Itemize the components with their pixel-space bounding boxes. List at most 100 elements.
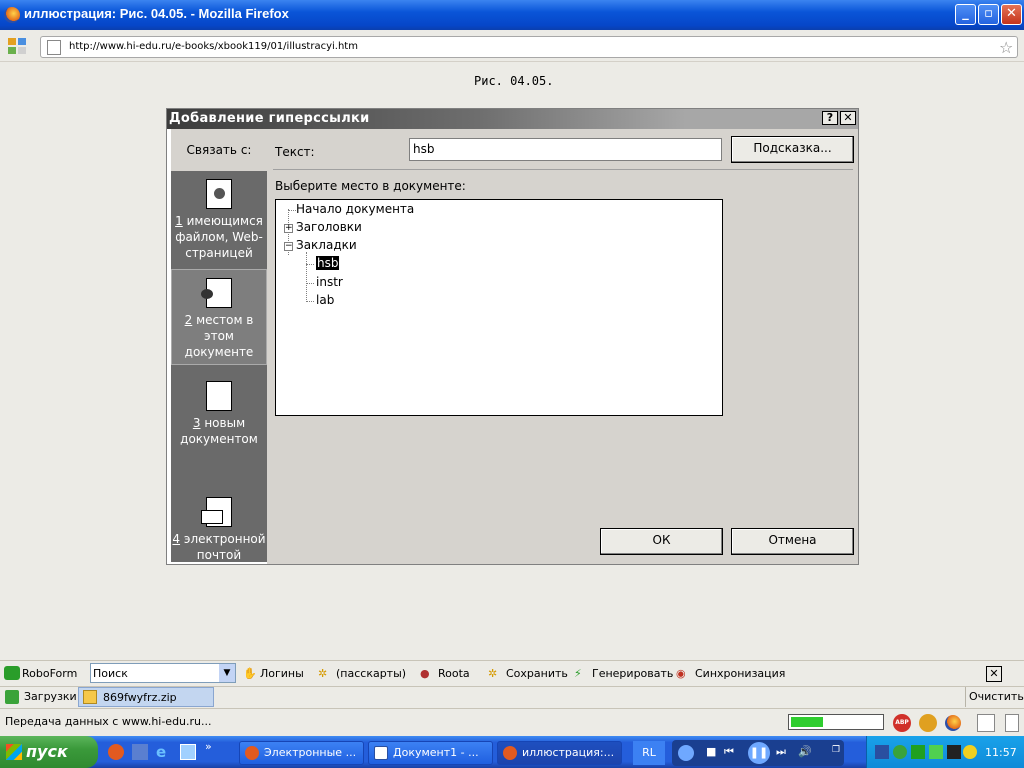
start-button[interactable]: пуск	[0, 736, 98, 768]
title-bar: иллюстрация: Рис. 04.05. - Mozilla Firef…	[0, 0, 1024, 30]
tree-node-start[interactable]: Начало документа	[296, 202, 414, 216]
clear-downloads-button[interactable]: Очистить	[969, 690, 1024, 703]
roota-button[interactable]: Roota	[438, 667, 470, 680]
roota-icon: ●	[420, 667, 430, 680]
quicklaunch-more-icon[interactable]: »	[205, 740, 212, 753]
sidebar-item-this-document[interactable]: 2 местом в этом документе	[171, 269, 267, 365]
sidebar-item-new-document[interactable]: 3 новым документом	[171, 365, 267, 471]
quicklaunch-app-icon[interactable]	[132, 744, 148, 760]
minimize-button[interactable]: _	[955, 4, 976, 25]
tree-node-bookmarks[interactable]: Закладки	[296, 238, 357, 252]
pause-icon[interactable]: ❚❚	[748, 742, 770, 764]
generate-icon: ⚡	[574, 667, 582, 680]
cancel-button[interactable]: Отмена	[731, 528, 854, 555]
sync-button[interactable]: Синхронизация	[695, 667, 785, 680]
sidebar-label-2: местом в этом документе	[184, 313, 254, 359]
tree-node-bookmark-hsb[interactable]: hsb	[316, 256, 340, 270]
status-text: Передача данных с www.hi-edu.ru...	[5, 715, 212, 728]
roboform-toolbar: RoboForm Поиск ▼ ✋ Логины ✲ (пасскарты) …	[0, 660, 1024, 686]
roboform-search[interactable]: Поиск ▼	[90, 663, 236, 683]
volume-icon[interactable]: 🔊	[798, 745, 812, 758]
page-info-icon[interactable]	[977, 714, 995, 732]
addon-face-icon[interactable]	[919, 714, 937, 732]
quicklaunch-ie-icon[interactable]: e	[156, 744, 172, 760]
tree-node-bookmark-instr[interactable]: instr	[316, 275, 343, 289]
quicklaunch-firefox-icon[interactable]	[108, 744, 124, 760]
passcards-icon: ✲	[318, 667, 328, 680]
dialog-close-button[interactable]: ✕	[840, 111, 856, 125]
roboform-icon[interactable]	[4, 666, 20, 680]
stop-icon[interactable]: ■	[706, 745, 716, 758]
help-button[interactable]: ?	[822, 111, 838, 125]
network-icon[interactable]	[875, 745, 889, 759]
sidebar-item-existing-file[interactable]: 1 имеющимся файлом, Web-страницей	[171, 171, 267, 269]
url-bar[interactable]: http://www.hi-edu.ru/e-books/xbook119/01…	[40, 36, 1018, 58]
previous-icon[interactable]: ⏮	[724, 745, 734, 759]
downloads-icon	[5, 690, 19, 704]
zip-icon	[83, 690, 97, 704]
sidebar-num-4: 4	[172, 532, 181, 546]
document-place-tree[interactable]: Начало документа + Заголовки − Закладки …	[275, 199, 723, 416]
page-icon	[47, 40, 61, 55]
search-placeholder: Поиск	[93, 667, 128, 680]
system-tray: 11:57	[866, 736, 1024, 768]
quicklaunch-desktop-icon[interactable]	[180, 744, 196, 760]
resize-grip-icon[interactable]	[1005, 714, 1019, 732]
close-toolbar-icon[interactable]: ✕	[986, 666, 1002, 682]
task-electronic[interactable]: Электронные ...	[239, 741, 364, 765]
next-icon[interactable]: ⏭	[776, 745, 786, 759]
close-window-button[interactable]: ✕	[1001, 4, 1022, 25]
media-player-bar: ■ ⏮ ❚❚ ⏭ 🔊 ❐	[672, 740, 844, 766]
save-button[interactable]: Сохранить	[506, 667, 568, 680]
ok-button[interactable]: ОК	[600, 528, 723, 555]
task-illustration[interactable]: иллюстрация:...	[497, 741, 622, 765]
sidebar-label-3: новым документом	[180, 416, 258, 446]
downloads-bar: Загрузки 869fwyfrz.zip Очистить	[0, 686, 1024, 708]
roboform-menu[interactable]: RoboForm	[22, 667, 77, 680]
tree-node-headings[interactable]: Заголовки	[296, 220, 362, 234]
download-item[interactable]: 869fwyfrz.zip	[78, 687, 214, 707]
language-indicator[interactable]: RL	[633, 741, 665, 765]
task-label-2: Документ1 - ...	[393, 746, 479, 759]
start-label: пуск	[26, 742, 68, 761]
bookmark-star-icon[interactable]: ☆	[999, 38, 1013, 57]
monitor-icon[interactable]	[947, 745, 961, 759]
tray-app-icon-2[interactable]	[929, 745, 943, 759]
sidebar-num-3: 3	[192, 416, 201, 430]
roboform-tray-icon[interactable]	[911, 745, 925, 759]
figure-caption: Рис. 04.05.	[474, 74, 554, 88]
sidebar-num-2: 2	[184, 313, 193, 327]
document-place-icon	[201, 278, 232, 308]
restore-player-icon[interactable]: ❐	[832, 745, 840, 755]
text-input[interactable]: hsb	[409, 138, 722, 161]
downloads-label[interactable]: Загрузки	[24, 690, 77, 703]
chevron-down-icon[interactable]: ▼	[219, 664, 235, 682]
clock: 11:57	[985, 746, 1017, 759]
dialog-header: Добавление гиперссылки ? ✕	[167, 109, 858, 129]
adblock-icon[interactable]: ABP	[893, 714, 911, 732]
generate-button[interactable]: Генерировать	[592, 667, 673, 680]
email-icon	[201, 497, 232, 527]
word-task-icon	[374, 746, 388, 760]
download-filename: 869fwyfrz.zip	[103, 691, 177, 704]
maximize-button[interactable]: ▫	[978, 4, 999, 25]
hyperlink-dialog: Добавление гиперссылки ? ✕ Связать с: 1 …	[166, 108, 859, 565]
sidebar-item-email[interactable]: 4 электронной почтой	[171, 471, 267, 562]
task-document1[interactable]: Документ1 - ...	[368, 741, 493, 765]
divider	[273, 169, 853, 170]
firefox-status-icon[interactable]	[945, 715, 961, 731]
collapse-bookmarks-icon[interactable]: −	[284, 242, 293, 251]
logins-menu[interactable]: Логины	[260, 667, 304, 680]
sidebar-label-1: имеющимся файлом, Web-страницей	[175, 214, 263, 260]
web-page-icon	[206, 179, 232, 209]
link-to-sidebar: Связать с: 1 имеющимся файлом, Web-стран…	[171, 129, 267, 562]
tray-app-icon[interactable]	[893, 745, 907, 759]
tree-node-bookmark-lab[interactable]: lab	[316, 293, 334, 307]
expand-headings-icon[interactable]: +	[284, 224, 293, 233]
task-label-3: иллюстрация:...	[522, 746, 615, 759]
hint-button[interactable]: Подсказка...	[731, 136, 854, 163]
antivirus-icon[interactable]	[963, 745, 977, 759]
apps-grid-icon[interactable]	[8, 38, 26, 54]
windows-logo-icon	[6, 744, 22, 760]
passcards-menu[interactable]: (пасскарты)	[336, 667, 406, 680]
